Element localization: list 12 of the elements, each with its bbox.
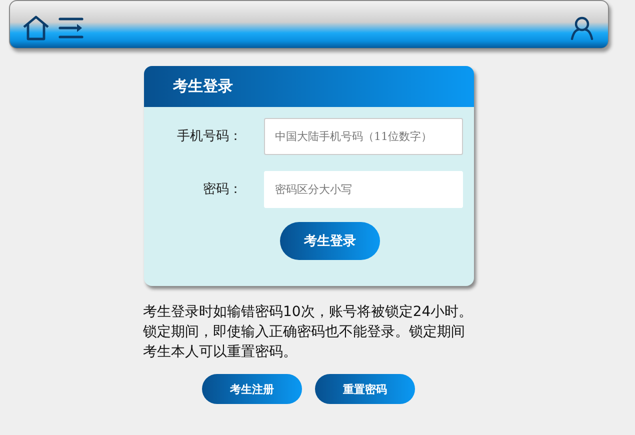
action-button[interactable]: 考生注册 bbox=[202, 374, 302, 404]
notice-text: 考生登录时如输错密码10次，账号将被锁定24小时。锁定期间，即使输入正确密码也不能登录。锁定期间考生本人可以重置密码。 bbox=[143, 303, 474, 362]
user-icon[interactable] bbox=[570, 16, 594, 40]
home-icon[interactable] bbox=[22, 14, 50, 40]
login-button[interactable]: 考生登录 bbox=[280, 222, 380, 260]
action-button[interactable]: 重置密码 bbox=[315, 374, 415, 404]
phone-field[interactable]: 中国大陆手机号码（11位数字） bbox=[264, 118, 463, 154]
field-label: 手机号码： bbox=[176, 128, 242, 145]
card-title: 考生登录 bbox=[173, 77, 233, 96]
field-label: 密码： bbox=[202, 181, 242, 198]
menu-icon[interactable] bbox=[58, 16, 84, 40]
password-field[interactable]: 密码区分大小写 bbox=[264, 170, 463, 208]
